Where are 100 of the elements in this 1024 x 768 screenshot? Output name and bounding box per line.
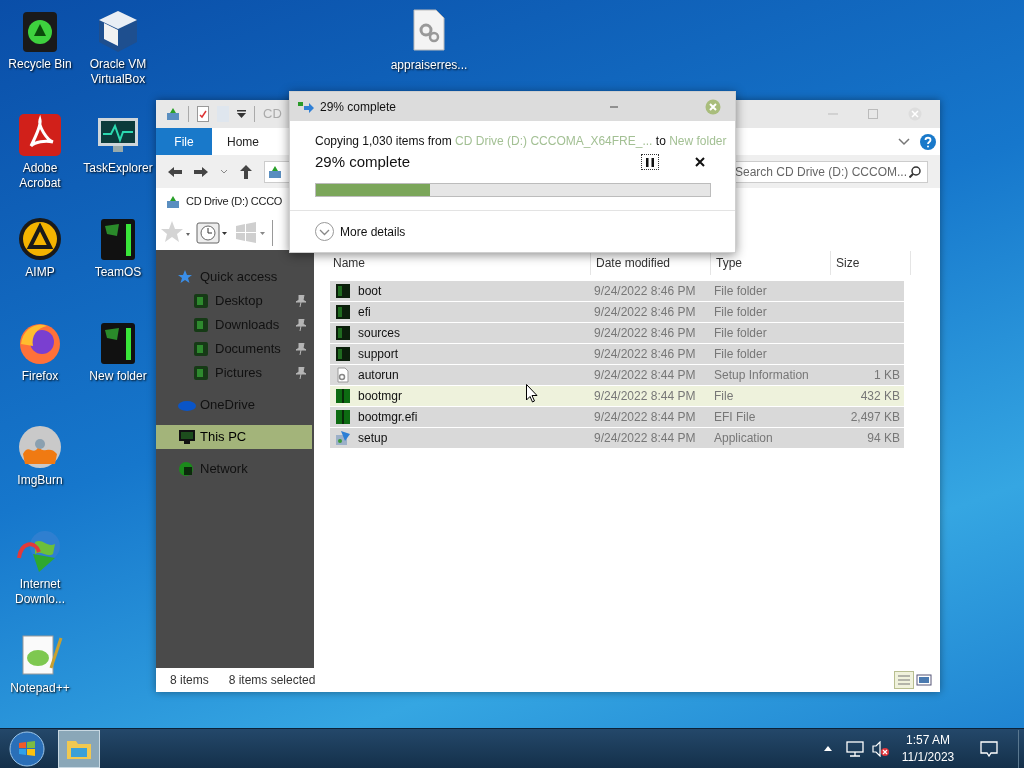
pause-button[interactable] xyxy=(641,154,659,171)
desktop-shortcut[interactable]: Adobe Acrobat xyxy=(1,104,79,208)
date-cell-text: 9/24/2022 8:44 PM xyxy=(593,367,697,384)
file-name: sources xyxy=(358,325,401,342)
drive-icon xyxy=(268,164,282,179)
date-cell-text: 9/24/2022 8:44 PM xyxy=(593,388,697,405)
desktop-shortcut[interactable]: TeamOS xyxy=(79,208,157,312)
aimp-icon xyxy=(17,216,63,262)
progress-heading: 29% complete xyxy=(315,152,412,172)
folder-icon xyxy=(193,341,209,357)
clock-icon[interactable] xyxy=(196,219,228,246)
folder-icon xyxy=(193,317,209,333)
dropdown-icon xyxy=(237,110,246,118)
ribbon-tab[interactable]: File xyxy=(156,128,212,155)
type-cell-text: Setup Information xyxy=(713,367,810,384)
window-title: CD xyxy=(263,105,282,124)
date-cell-text: 9/24/2022 8:46 PM xyxy=(593,304,697,321)
size-cell-text: 94 KB xyxy=(867,430,900,447)
desktop-shortcut[interactable]: Internet Downlo... xyxy=(1,520,79,624)
ribbon-tab[interactable]: Home xyxy=(212,128,274,155)
more-details-button[interactable]: More details xyxy=(315,222,406,241)
file-name: boot xyxy=(358,283,382,300)
type-cell-text: Application xyxy=(713,430,774,447)
chevron-down-icon xyxy=(315,222,334,241)
help-icon[interactable] xyxy=(920,133,936,150)
up-arrow-icon[interactable] xyxy=(240,164,252,179)
file-row[interactable]: sources 9/24/2022 8:46 PM File folder xyxy=(330,323,904,344)
copy-icon xyxy=(298,100,314,113)
desktop-shortcut[interactable]: appraiserres... xyxy=(388,8,470,73)
type-cell-text: File folder xyxy=(713,283,768,300)
file-row[interactable]: efi 9/24/2022 8:46 PM File folder xyxy=(330,302,904,323)
caret-up-icon[interactable] xyxy=(824,746,832,751)
network-icon xyxy=(178,461,194,477)
settings-file-icon xyxy=(335,367,351,383)
desktop-shortcut[interactable]: ImgBurn xyxy=(1,416,79,520)
chevron-down-icon[interactable] xyxy=(898,137,910,146)
size-cell-text: 1 KB xyxy=(874,367,900,384)
file-name: support xyxy=(358,346,399,363)
dialog-title: 29% complete xyxy=(320,98,397,116)
search-icon xyxy=(909,165,921,178)
folder-icon xyxy=(335,346,351,362)
binary-file-icon xyxy=(335,409,351,425)
drive-icon xyxy=(166,107,180,121)
pause-icon xyxy=(646,157,654,167)
chevron-down-icon[interactable] xyxy=(220,168,228,175)
date-cell-text: 9/24/2022 8:44 PM xyxy=(593,430,697,447)
desktop-shortcut[interactable]: Oracle VM VirtualBox xyxy=(79,0,157,104)
location-label: CD Drive (D:) CCCO xyxy=(186,194,283,210)
file-row[interactable]: autorun 9/24/2022 8:44 PM Setup Information 1 KB xyxy=(330,365,904,386)
size-cell-text: 2,497 KB xyxy=(850,409,900,426)
desktop-shortcut[interactable]: Firefox xyxy=(1,312,79,416)
file-name: setup xyxy=(358,430,388,447)
star-icon xyxy=(178,270,192,284)
muted-speaker-icon[interactable] xyxy=(872,740,890,757)
desktop-shortcut[interactable]: New folder xyxy=(79,312,157,416)
windows-logo-icon xyxy=(9,730,45,767)
file-row[interactable]: setup 9/24/2022 8:44 PM Application 94 KB xyxy=(330,428,904,449)
size-cell-text: 432 KB xyxy=(860,388,900,405)
folder-icon xyxy=(335,283,351,299)
date-cell-text: 9/24/2022 8:46 PM xyxy=(593,325,697,342)
cloud-icon xyxy=(178,399,196,411)
folder-icon xyxy=(335,304,351,320)
file-name: autorun xyxy=(358,367,399,384)
notification-icon[interactable] xyxy=(980,740,998,757)
close-icon[interactable] xyxy=(695,157,705,168)
type-cell-text: File folder xyxy=(713,325,768,342)
type-cell-text: File xyxy=(713,388,735,405)
thumbnail-view-icon[interactable] xyxy=(916,673,932,687)
desktop-shortcut[interactable]: Recycle Bin xyxy=(1,0,79,104)
desktop-shortcut[interactable]: Notepad++ xyxy=(1,624,79,728)
date-cell-text: 9/24/2022 8:46 PM xyxy=(593,346,697,363)
cursor-icon xyxy=(526,384,538,403)
file-row[interactable]: bootmgr 9/24/2022 8:44 PM File 432 KB xyxy=(330,386,904,407)
file-row[interactable]: boot 9/24/2022 8:46 PM File folder xyxy=(330,281,904,302)
clock[interactable]: 1:57 AM 11/1/2023 xyxy=(898,731,958,766)
file-name: efi xyxy=(358,304,371,321)
folder-icon xyxy=(193,365,209,381)
network-icon[interactable] xyxy=(846,740,864,757)
desktop-shortcut[interactable]: TaskExplorer xyxy=(79,104,157,208)
file-row[interactable]: bootmgr.efi 9/24/2022 8:44 PM EFI File 2,497 KB xyxy=(330,407,904,428)
binary-file-icon xyxy=(335,388,351,404)
column-header[interactable]: Size xyxy=(831,251,911,275)
folder-icon xyxy=(335,325,351,341)
drive-icon xyxy=(166,194,180,209)
desktop-shortcut[interactable]: AIMP xyxy=(1,208,79,312)
minimize-icon[interactable] xyxy=(609,104,619,109)
date-cell-text: 9/24/2022 8:44 PM xyxy=(593,409,697,426)
monitor-icon xyxy=(178,429,196,445)
taskbar-button[interactable] xyxy=(58,729,100,768)
nav-item[interactable]: This PC xyxy=(156,425,312,449)
type-cell-text: EFI File xyxy=(713,409,757,426)
date-cell-text: 9/24/2022 8:46 PM xyxy=(593,283,697,300)
folder-icon xyxy=(193,293,209,309)
pdf-icon xyxy=(17,112,63,158)
back-arrow-icon[interactable] xyxy=(168,165,182,178)
file-row[interactable]: support 9/24/2022 8:46 PM File folder xyxy=(330,344,904,365)
setup-icon xyxy=(335,430,351,446)
forward-arrow-icon[interactable] xyxy=(194,165,208,178)
type-cell-text: File folder xyxy=(713,304,768,321)
selection-count: 8 items selected xyxy=(228,672,316,689)
